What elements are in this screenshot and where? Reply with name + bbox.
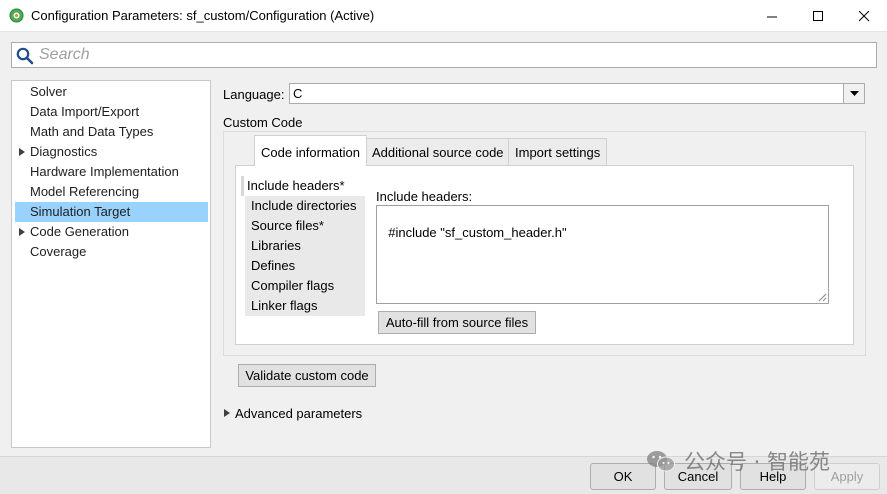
language-select[interactable]: C xyxy=(289,83,865,104)
tree-item-label: Model Referencing xyxy=(30,184,140,199)
language-dropdown-button[interactable] xyxy=(843,84,864,103)
custom-code-label: Custom Code xyxy=(223,115,303,130)
tree-item-diagnostics[interactable]: Diagnostics xyxy=(15,142,208,162)
tree-item-label: Solver xyxy=(30,84,67,99)
tab-code-information[interactable]: Code information xyxy=(254,135,367,166)
tree-item-math-and-data-types[interactable]: Math and Data Types xyxy=(15,122,208,142)
tree-item-label: Code Generation xyxy=(30,224,130,239)
list-item-label: Include directories xyxy=(251,198,357,213)
wechat-logo-icon xyxy=(647,451,675,472)
dropdown-arrow-icon xyxy=(849,91,859,96)
search-input[interactable]: Search xyxy=(11,42,877,68)
maximize-button[interactable] xyxy=(795,0,841,32)
list-item-label: Libraries xyxy=(251,238,301,253)
tab-label: Code information xyxy=(261,145,360,160)
close-button[interactable] xyxy=(841,0,887,32)
tab-label: Import settings xyxy=(515,145,601,160)
list-item-linker-flags[interactable]: Linker flags xyxy=(245,296,365,316)
language-value: C xyxy=(293,86,303,101)
tree-item-coverage[interactable]: Coverage xyxy=(15,242,208,262)
tree-item-label: Data Import/Export xyxy=(30,104,140,119)
list-item-source-files[interactable]: Source files* xyxy=(245,216,365,236)
search-icon xyxy=(16,47,34,65)
list-item-compiler-flags[interactable]: Compiler flags xyxy=(245,276,365,296)
apply-label: Apply xyxy=(830,469,864,484)
list-item-include-directories[interactable]: Include directories xyxy=(245,196,365,216)
tree-item-label: Coverage xyxy=(30,244,87,259)
list-item-label: Linker flags xyxy=(251,298,318,313)
tree-item-label: Hardware Implementation xyxy=(30,164,179,179)
include-headers-label: Include headers: xyxy=(376,189,473,204)
tree-item-data-import-export[interactable]: Data Import/Export xyxy=(15,102,208,122)
auto-fill-button[interactable]: Auto-fill from source files xyxy=(378,311,536,334)
tree-item-model-referencing[interactable]: Model Referencing xyxy=(15,182,208,202)
tree-item-label: Simulation Target xyxy=(30,204,131,219)
list-item-label: Include headers* xyxy=(247,178,345,193)
ok-label: OK xyxy=(613,469,633,484)
tab-additional-source-code[interactable]: Additional source code xyxy=(365,138,511,165)
language-label: Language: xyxy=(223,87,285,102)
list-item-label: Defines xyxy=(251,258,296,273)
maximize-icon xyxy=(812,10,823,21)
category-tree: Solver Data Import/Export Math and Data … xyxy=(11,80,211,448)
tree-item-solver[interactable]: Solver xyxy=(15,82,208,102)
expand-arrow-icon[interactable] xyxy=(19,228,25,236)
include-headers-textarea[interactable]: #include "sf_custom_header.h" xyxy=(376,205,829,304)
tree-item-code-generation[interactable]: Code Generation xyxy=(15,222,208,242)
tree-item-label: Math and Data Types xyxy=(30,124,154,139)
code-info-list: Include headers* Include directories Sou… xyxy=(241,176,365,316)
validate-label: Validate custom code xyxy=(245,368,369,383)
window-title: Configuration Parameters: sf_custom/Conf… xyxy=(31,8,375,23)
list-item-defines[interactable]: Defines xyxy=(245,256,365,276)
advanced-parameters-toggle[interactable]: Advanced parameters xyxy=(235,406,362,421)
expand-arrow-icon[interactable] xyxy=(224,409,230,417)
minimize-button[interactable] xyxy=(749,0,795,32)
minimize-icon xyxy=(766,16,777,17)
search-placeholder: Search xyxy=(39,46,90,63)
title-bar: Configuration Parameters: sf_custom/Conf… xyxy=(0,0,887,32)
tab-label: Additional source code xyxy=(372,145,504,160)
simulink-app-icon xyxy=(9,8,24,23)
close-icon xyxy=(858,10,869,21)
list-item-label: Source files* xyxy=(251,218,324,233)
tab-import-settings[interactable]: Import settings xyxy=(508,138,608,165)
list-item-label: Compiler flags xyxy=(251,278,335,293)
tree-item-hardware-implementation[interactable]: Hardware Implementation xyxy=(15,162,208,182)
resize-grip-icon[interactable] xyxy=(818,293,827,302)
tree-item-simulation-target[interactable]: Simulation Target xyxy=(15,202,208,222)
watermark-text: 公众号 · 智能苑 xyxy=(684,450,831,474)
validate-custom-code-button[interactable]: Validate custom code xyxy=(238,364,376,387)
include-headers-value: #include "sf_custom_header.h" xyxy=(388,225,567,240)
list-item-libraries[interactable]: Libraries xyxy=(245,236,365,256)
list-item-include-headers[interactable]: Include headers* xyxy=(241,176,365,196)
expand-arrow-icon[interactable] xyxy=(19,148,25,156)
auto-fill-label: Auto-fill from source files xyxy=(385,315,529,330)
tree-item-label: Diagnostics xyxy=(30,144,98,159)
